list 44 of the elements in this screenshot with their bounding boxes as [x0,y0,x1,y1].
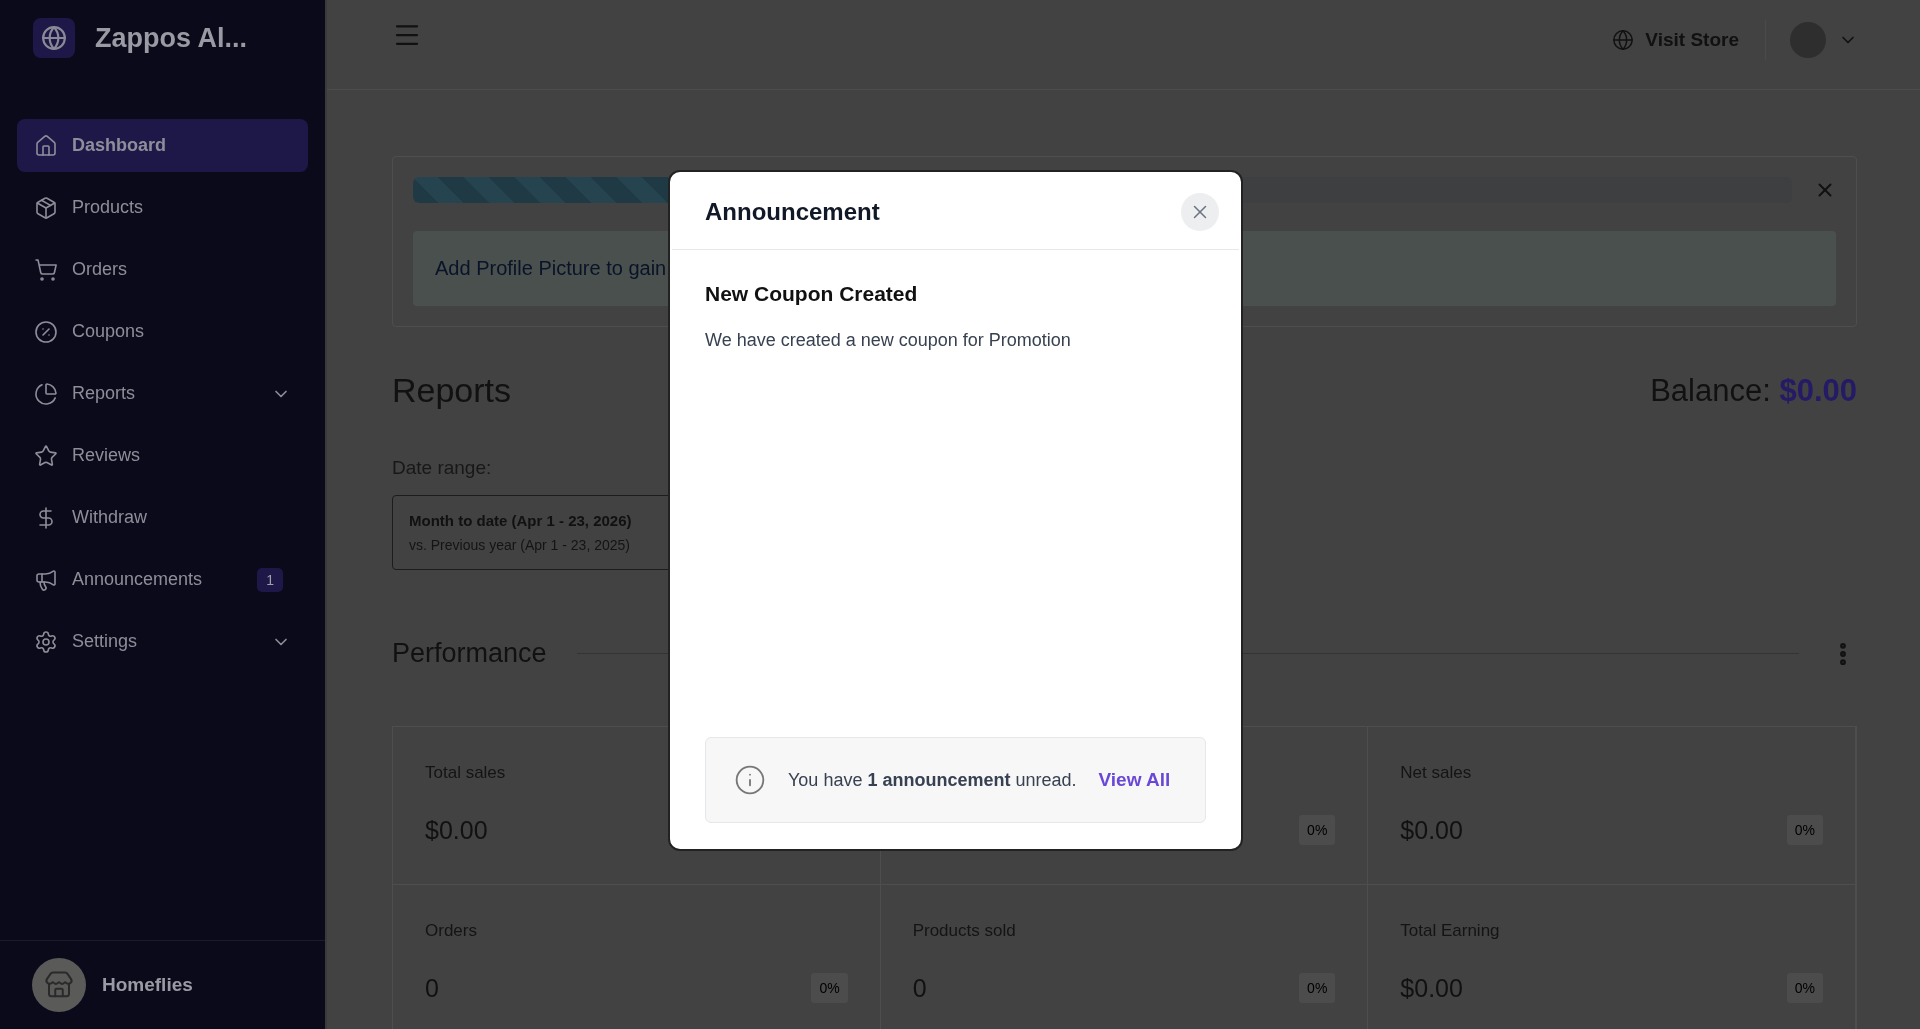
close-button[interactable] [1181,192,1219,231]
nav-item[interactable]: Reviews [17,429,308,482]
notice-text: You have 1 announcement unread. [788,769,1077,791]
nav-label: Coupons [72,321,146,342]
globe-icon[interactable] [33,18,75,58]
pie-chart-icon [34,381,58,406]
change-badge: 0% [1786,815,1823,845]
house-icon [34,133,58,158]
nav-item[interactable]: Withdraw [17,491,308,544]
nav-label: Settings [72,631,139,652]
settings-icon [34,629,58,654]
nav-label: Orders [72,259,128,280]
nav-item[interactable]: Coupons [17,305,308,358]
store-avatar[interactable] [32,958,86,1012]
count-badge: 1 [257,567,283,592]
change-badge: 0% [811,973,848,1003]
nav-label: Reviews [72,445,142,466]
star-icon [34,443,58,468]
nav-item[interactable]: Orders [17,243,308,296]
dialog-title: Announcement [705,197,880,226]
nav-label: Products [72,197,145,218]
megaphone-icon [34,567,58,592]
nav-item[interactable]: Dashboard [17,119,308,172]
store-name: Zappos Al... [95,22,247,54]
store-owner-name: Homeflies [102,974,193,996]
change-badge: 0% [1786,973,1823,1003]
nav-item[interactable]: Reports [17,367,308,420]
view-all-link[interactable]: View All [1098,769,1171,791]
box-icon [34,195,58,220]
nav-label: Dashboard [72,135,168,156]
percent-icon [34,319,58,344]
nav-label: Announcements [72,569,204,590]
nav-item[interactable]: Settings [17,615,308,668]
announcement-heading: New Coupon Created [705,282,919,306]
nav-label: Reports [72,383,137,404]
info-icon [734,764,766,796]
change-badge: 0% [1299,973,1336,1003]
change-badge: 0% [1299,815,1336,845]
globe-icon [1612,29,1635,51]
nav-label: Withdraw [72,507,148,528]
announcement-text: We have created a new coupon for Promotion [705,330,1072,351]
cart-icon [34,257,58,282]
nav-item[interactable]: Products [17,181,308,234]
nav-item[interactable]: Announcements 1 [17,553,308,606]
